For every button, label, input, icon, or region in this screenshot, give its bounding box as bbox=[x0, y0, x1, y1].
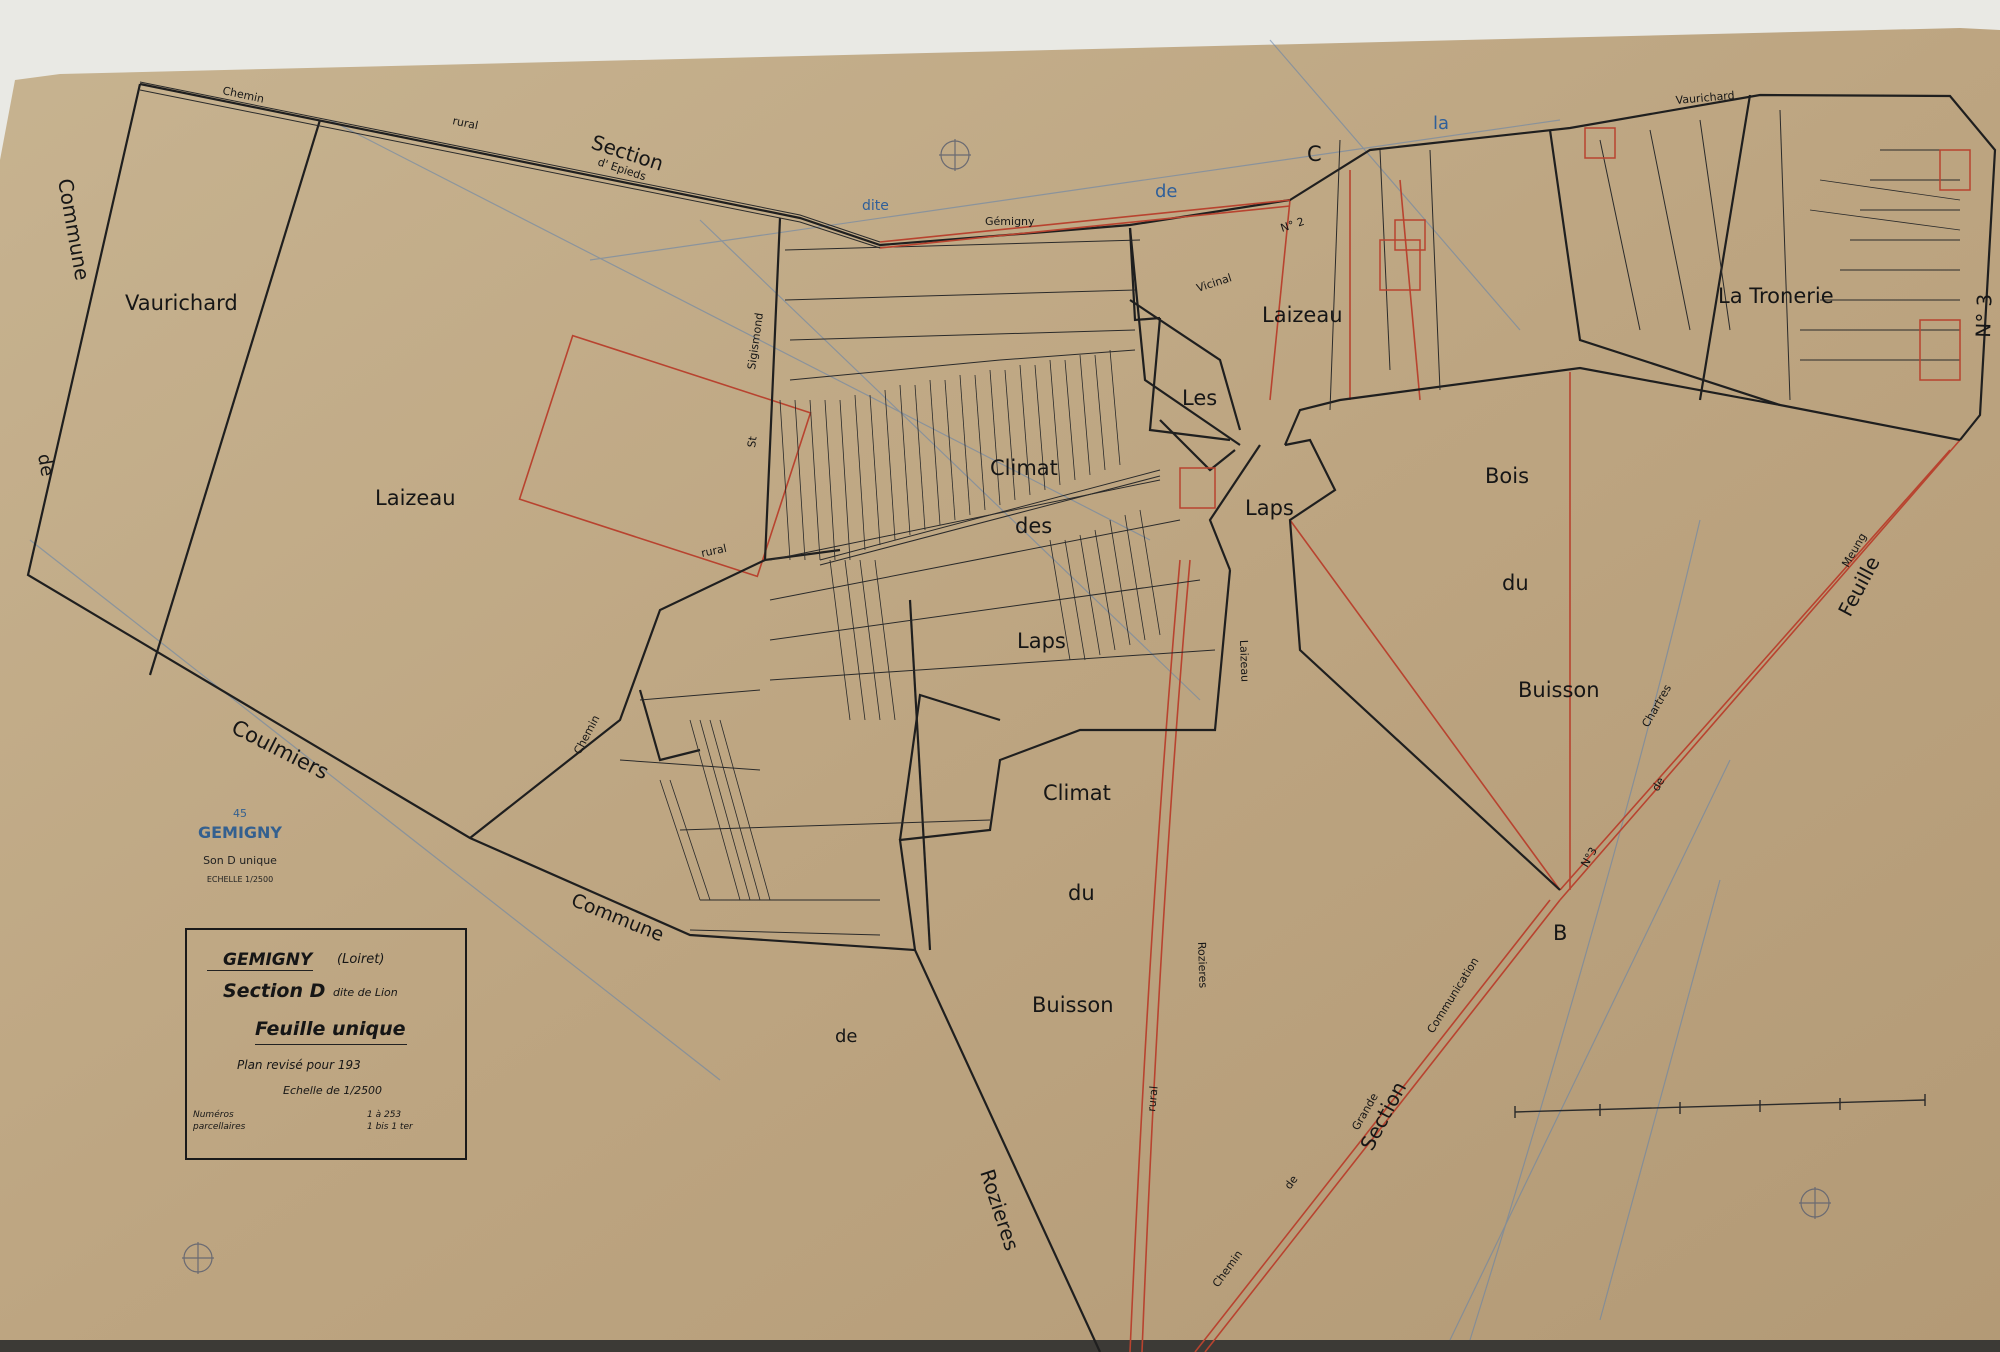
stamp-commune: GEMIGNY bbox=[197, 823, 283, 842]
label-du-climat: du bbox=[1068, 881, 1095, 905]
label-b: B bbox=[1553, 921, 1567, 945]
label-climat-1: Climat bbox=[990, 456, 1058, 480]
label-buisson-climat: Buisson bbox=[1032, 993, 1114, 1017]
label-dite: dite bbox=[862, 198, 889, 214]
label-gemigny-road: Gémigny bbox=[985, 215, 1035, 228]
label-de-left: de bbox=[33, 452, 58, 478]
cartouche-range1: 1 à 253 bbox=[367, 1110, 402, 1120]
cartouche-range2: 1 bis 1 ter bbox=[367, 1122, 413, 1132]
label-de-top: de bbox=[1155, 181, 1178, 202]
label-laizeau-west: Laizeau bbox=[375, 486, 456, 510]
cartouche-numeros: Numéros bbox=[193, 1110, 234, 1120]
label-climat-buisson: Climat bbox=[1043, 781, 1111, 805]
label-laps: Laps bbox=[1017, 629, 1066, 653]
cartouche-title: GEMIGNY bbox=[223, 950, 313, 970]
cartouche-dept: (Loiret) bbox=[337, 952, 385, 967]
bottom-edge-strip bbox=[0, 1340, 2000, 1352]
label-de-bottom: de bbox=[835, 1026, 858, 1047]
label-les-laps: Laps bbox=[1245, 496, 1294, 520]
cartouche-title-rule bbox=[207, 970, 313, 971]
label-n3: N° 3 bbox=[1971, 293, 1997, 338]
label-les: Les bbox=[1182, 386, 1217, 410]
label-rozieres-road: Rozieres bbox=[1195, 942, 1210, 989]
label-bois: Bois bbox=[1485, 464, 1529, 488]
cartouche-revised: Plan revisé pour 193 bbox=[237, 1058, 361, 1072]
map-viewport[interactable]: Vaurichard Laizeau Laizeau Climat des La… bbox=[0, 0, 2000, 1352]
label-buisson-bois: Buisson bbox=[1518, 678, 1600, 702]
stamp-number: 45 bbox=[233, 807, 247, 820]
label-du-bois: du bbox=[1502, 571, 1529, 595]
stamp-section: Son D unique bbox=[203, 854, 277, 867]
label-la: la bbox=[1433, 113, 1449, 134]
archive-stamp: 45 GEMIGNY Son D unique ECHELLE 1/2500 bbox=[190, 808, 290, 884]
cartouche-sheet: Feuille unique bbox=[255, 1018, 406, 1040]
label-laizeau-east: Laizeau bbox=[1262, 303, 1343, 327]
cartouche-parcellaires: parcellaires bbox=[193, 1122, 246, 1132]
stamp-echelle: ECHELLE 1/2500 bbox=[206, 875, 274, 884]
cartouche-section-sub: dite de Lion bbox=[333, 986, 398, 999]
cartouche-scale: Echelle de 1/2500 bbox=[283, 1084, 383, 1097]
label-rural-south: rural bbox=[1145, 1085, 1161, 1112]
label-la-tronerie: La Tronerie bbox=[1718, 284, 1834, 308]
label-c: C bbox=[1307, 142, 1322, 166]
title-cartouche: GEMIGNY (Loiret) Section D dite de Lion … bbox=[185, 928, 467, 1160]
label-vaurichard: Vaurichard bbox=[125, 291, 238, 315]
cartouche-sheet-rule bbox=[255, 1044, 407, 1045]
label-laizeau-road: Laizeau bbox=[1237, 640, 1251, 683]
cartouche-section: Section D bbox=[223, 980, 326, 1002]
label-des: des bbox=[1015, 514, 1052, 538]
